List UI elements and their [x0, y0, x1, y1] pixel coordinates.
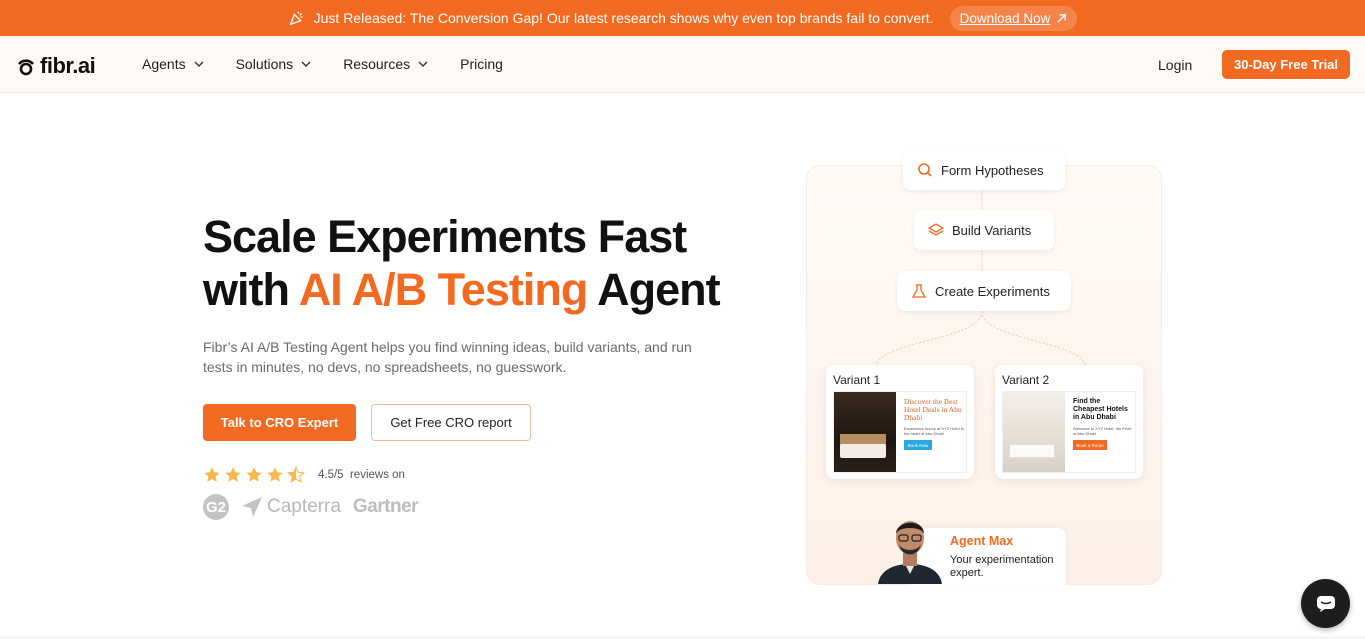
capterra-arrow-icon — [242, 497, 262, 517]
variant-2-copy: Find the Cheapest Hotels in Abu Dhabi We… — [1073, 398, 1133, 450]
book-now-button: Book Now — [904, 440, 932, 450]
chevron-down-icon — [301, 61, 311, 67]
person-portrait-icon — [878, 521, 942, 584]
star-icon — [225, 467, 241, 482]
variant-subtext: Experience luxury at XYZ Hotel in the he… — [904, 426, 964, 436]
variant-1-preview: Discover the Best Hotel Deals in Abu Dha… — [833, 391, 967, 473]
capterra-logo: Capterra — [241, 496, 341, 518]
variant-label: Variant 2 — [1002, 373, 1050, 387]
download-now-label: Download Now — [959, 10, 1051, 26]
step-create-experiments: Create Experiments — [897, 271, 1071, 311]
chat-bubble-icon — [1316, 595, 1335, 612]
arrow-up-right-icon — [1057, 13, 1067, 23]
fibr-logo[interactable]: fibr.ai — [16, 53, 96, 79]
nav-item-label: Solutions — [235, 56, 294, 72]
layers-icon — [928, 223, 944, 236]
agent-name: Agent Max — [950, 534, 1014, 548]
variant-1-card: Variant 1 Discover the Best Hotel Deals … — [826, 365, 974, 479]
talk-to-cro-expert-button[interactable]: Talk to CRO Expert — [203, 404, 356, 441]
bed — [1009, 444, 1055, 458]
login-link[interactable]: Login — [1158, 57, 1192, 73]
variant-subtext: Welcome to XYZ Hotel, the Pride of Abu D… — [1073, 426, 1132, 436]
agent-description: Your experimentation expert. — [950, 554, 1054, 579]
variant-1-copy: Discover the Best Hotel Deals in Abu Dha… — [904, 398, 964, 450]
hero-description: Fibr’s AI A/B Testing Agent helps you fi… — [203, 339, 692, 375]
headline-line-2: with AI A/B Testing Agent — [203, 263, 721, 316]
step-label: Build Variants — [952, 222, 1032, 238]
chat-widget-button[interactable] — [1301, 579, 1350, 628]
step-label: Create Experiments — [935, 283, 1050, 299]
search-icon — [918, 163, 932, 177]
rating-row: 4.5/5 reviews on — [203, 466, 405, 484]
bed — [840, 444, 886, 458]
step-build-variants: Build Variants — [914, 210, 1054, 250]
headline-line-1: Scale Experiments Fast — [203, 211, 687, 262]
review-site-logos: G2 Capterra Gartner — [203, 494, 419, 520]
g2-logo: G2 — [203, 494, 229, 520]
headline-accent: AI A/B Testing — [298, 264, 588, 315]
logo-text: fibr.ai — [40, 53, 96, 78]
star-icon — [267, 467, 283, 482]
chevron-down-icon — [418, 61, 428, 67]
hotel-room-photo — [1003, 392, 1065, 472]
step-form-hypotheses: Form Hypotheses — [903, 150, 1065, 190]
party-popper-icon — [288, 9, 306, 27]
banner-text: Just Released: The Conversion Gap! Our l… — [313, 10, 934, 26]
variant-headline: Find the Cheapest Hotels in Abu Dhabi — [1073, 398, 1128, 421]
free-trial-button[interactable]: 30-Day Free Trial — [1222, 50, 1350, 79]
agent-avatar — [872, 514, 948, 584]
top-navigation: fibr.ai Agents Solutions Resources Prici… — [0, 36, 1365, 93]
nav-item-solutions[interactable]: Solutions — [236, 56, 312, 72]
hero-headline: Scale Experiments Fast with AI A/B Testi… — [203, 210, 721, 316]
half-star-icon — [287, 466, 305, 483]
nav-item-label: Pricing — [460, 56, 503, 72]
book-a-room-button: Book a Room — [1073, 440, 1107, 450]
nav-item-label: Agents — [142, 56, 186, 72]
variant-2-card: Variant 2 Find the Cheapest Hotels in Ab… — [995, 365, 1143, 479]
headline-prefix: with — [203, 264, 299, 315]
variant-label: Variant 1 — [833, 373, 881, 387]
download-now-link[interactable]: Download Now — [949, 5, 1078, 31]
flask-icon — [911, 284, 927, 298]
chevron-down-icon — [194, 61, 204, 67]
headline-suffix: Agent — [587, 264, 721, 315]
star-icon — [204, 467, 220, 482]
capterra-label: Capterra — [267, 496, 341, 517]
nav-item-label: Resources — [343, 56, 411, 72]
star-icon — [246, 467, 262, 482]
gartner-logo: Gartner — [352, 496, 419, 517]
fibr-logo-icon — [17, 59, 35, 76]
step-label: Form Hypotheses — [941, 162, 1044, 178]
variant-2-preview: Find the Cheapest Hotels in Abu Dhabi We… — [1002, 391, 1136, 473]
nav-item-pricing[interactable]: Pricing — [460, 56, 503, 72]
variant-headline: Discover the Best Hotel Deals in Abu Dha… — [904, 397, 962, 422]
main-menu: Agents Solutions Resources Pricing — [142, 56, 535, 72]
hotel-room-photo — [834, 392, 896, 472]
announcement-banner: Just Released: The Conversion Gap! Our l… — [0, 0, 1365, 36]
rating-suffix: reviews on — [349, 469, 405, 481]
get-free-cro-report-button[interactable]: Get Free CRO report — [371, 404, 531, 441]
nav-item-resources[interactable]: Resources — [343, 56, 428, 72]
rating-value: 4.5/5 — [318, 469, 344, 481]
rating-text: 4.5/5 reviews on — [318, 469, 405, 481]
nav-item-agents[interactable]: Agents — [142, 56, 204, 72]
